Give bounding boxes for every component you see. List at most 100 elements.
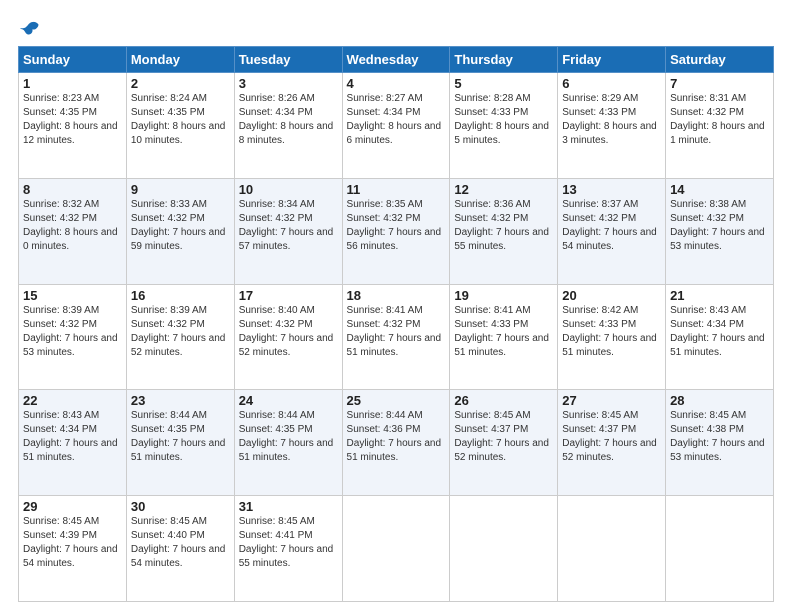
day-number: 20 (562, 288, 661, 303)
day-number: 3 (239, 76, 338, 91)
day-info: Sunrise: 8:44 AMSunset: 4:35 PMDaylight:… (239, 409, 338, 465)
calendar-table: Sunday Monday Tuesday Wednesday Thursday… (18, 46, 774, 602)
day-info: Sunrise: 8:45 AMSunset: 4:41 PMDaylight:… (239, 515, 338, 571)
day-info: Sunrise: 8:43 AMSunset: 4:34 PMDaylight:… (23, 409, 122, 465)
day-info: Sunrise: 8:37 AMSunset: 4:32 PMDaylight:… (562, 198, 661, 254)
col-monday: Monday (126, 47, 234, 73)
day-number: 9 (131, 182, 230, 197)
day-number: 4 (347, 76, 446, 91)
col-friday: Friday (558, 47, 666, 73)
table-row: 23Sunrise: 8:44 AMSunset: 4:35 PMDayligh… (126, 390, 234, 496)
day-info: Sunrise: 8:35 AMSunset: 4:32 PMDaylight:… (347, 198, 446, 254)
day-number: 26 (454, 393, 553, 408)
table-row: 22Sunrise: 8:43 AMSunset: 4:34 PMDayligh… (19, 390, 127, 496)
table-row: 24Sunrise: 8:44 AMSunset: 4:35 PMDayligh… (234, 390, 342, 496)
day-number: 17 (239, 288, 338, 303)
day-info: Sunrise: 8:44 AMSunset: 4:35 PMDaylight:… (131, 409, 230, 465)
table-row: 10Sunrise: 8:34 AMSunset: 4:32 PMDayligh… (234, 178, 342, 284)
col-tuesday: Tuesday (234, 47, 342, 73)
col-wednesday: Wednesday (342, 47, 450, 73)
day-info: Sunrise: 8:39 AMSunset: 4:32 PMDaylight:… (23, 304, 122, 360)
col-saturday: Saturday (666, 47, 774, 73)
calendar-week-0: 1Sunrise: 8:23 AMSunset: 4:35 PMDaylight… (19, 73, 774, 179)
logo-area (18, 18, 42, 38)
logo-bird-icon (20, 18, 40, 38)
day-info: Sunrise: 8:41 AMSunset: 4:33 PMDaylight:… (454, 304, 553, 360)
page: Sunday Monday Tuesday Wednesday Thursday… (0, 0, 792, 612)
table-row: 27Sunrise: 8:45 AMSunset: 4:37 PMDayligh… (558, 390, 666, 496)
day-info: Sunrise: 8:27 AMSunset: 4:34 PMDaylight:… (347, 92, 446, 148)
day-info: Sunrise: 8:29 AMSunset: 4:33 PMDaylight:… (562, 92, 661, 148)
table-row: 12Sunrise: 8:36 AMSunset: 4:32 PMDayligh… (450, 178, 558, 284)
day-number: 30 (131, 499, 230, 514)
day-info: Sunrise: 8:31 AMSunset: 4:32 PMDaylight:… (670, 92, 769, 148)
table-row: 20Sunrise: 8:42 AMSunset: 4:33 PMDayligh… (558, 284, 666, 390)
day-info: Sunrise: 8:23 AMSunset: 4:35 PMDaylight:… (23, 92, 122, 148)
day-info: Sunrise: 8:43 AMSunset: 4:34 PMDaylight:… (670, 304, 769, 360)
day-number: 22 (23, 393, 122, 408)
table-row: 26Sunrise: 8:45 AMSunset: 4:37 PMDayligh… (450, 390, 558, 496)
table-row: 7Sunrise: 8:31 AMSunset: 4:32 PMDaylight… (666, 73, 774, 179)
calendar-week-2: 15Sunrise: 8:39 AMSunset: 4:32 PMDayligh… (19, 284, 774, 390)
table-row (342, 496, 450, 602)
table-row: 29Sunrise: 8:45 AMSunset: 4:39 PMDayligh… (19, 496, 127, 602)
col-thursday: Thursday (450, 47, 558, 73)
day-number: 23 (131, 393, 230, 408)
table-row: 4Sunrise: 8:27 AMSunset: 4:34 PMDaylight… (342, 73, 450, 179)
table-row: 15Sunrise: 8:39 AMSunset: 4:32 PMDayligh… (19, 284, 127, 390)
day-info: Sunrise: 8:38 AMSunset: 4:32 PMDaylight:… (670, 198, 769, 254)
day-info: Sunrise: 8:36 AMSunset: 4:32 PMDaylight:… (454, 198, 553, 254)
day-number: 8 (23, 182, 122, 197)
table-row: 3Sunrise: 8:26 AMSunset: 4:34 PMDaylight… (234, 73, 342, 179)
table-row: 5Sunrise: 8:28 AMSunset: 4:33 PMDaylight… (450, 73, 558, 179)
table-row: 28Sunrise: 8:45 AMSunset: 4:38 PMDayligh… (666, 390, 774, 496)
day-info: Sunrise: 8:40 AMSunset: 4:32 PMDaylight:… (239, 304, 338, 360)
table-row: 1Sunrise: 8:23 AMSunset: 4:35 PMDaylight… (19, 73, 127, 179)
header (18, 18, 774, 38)
table-row: 6Sunrise: 8:29 AMSunset: 4:33 PMDaylight… (558, 73, 666, 179)
header-row: Sunday Monday Tuesday Wednesday Thursday… (19, 47, 774, 73)
day-number: 16 (131, 288, 230, 303)
day-info: Sunrise: 8:44 AMSunset: 4:36 PMDaylight:… (347, 409, 446, 465)
table-row: 16Sunrise: 8:39 AMSunset: 4:32 PMDayligh… (126, 284, 234, 390)
table-row: 30Sunrise: 8:45 AMSunset: 4:40 PMDayligh… (126, 496, 234, 602)
day-info: Sunrise: 8:34 AMSunset: 4:32 PMDaylight:… (239, 198, 338, 254)
day-number: 18 (347, 288, 446, 303)
table-row: 17Sunrise: 8:40 AMSunset: 4:32 PMDayligh… (234, 284, 342, 390)
logo (18, 18, 42, 38)
day-info: Sunrise: 8:45 AMSunset: 4:39 PMDaylight:… (23, 515, 122, 571)
day-info: Sunrise: 8:41 AMSunset: 4:32 PMDaylight:… (347, 304, 446, 360)
day-number: 21 (670, 288, 769, 303)
day-number: 11 (347, 182, 446, 197)
day-number: 28 (670, 393, 769, 408)
col-sunday: Sunday (19, 47, 127, 73)
day-number: 31 (239, 499, 338, 514)
day-number: 12 (454, 182, 553, 197)
day-number: 13 (562, 182, 661, 197)
table-row (666, 496, 774, 602)
day-number: 14 (670, 182, 769, 197)
day-number: 5 (454, 76, 553, 91)
day-info: Sunrise: 8:24 AMSunset: 4:35 PMDaylight:… (131, 92, 230, 148)
table-row: 31Sunrise: 8:45 AMSunset: 4:41 PMDayligh… (234, 496, 342, 602)
day-info: Sunrise: 8:45 AMSunset: 4:37 PMDaylight:… (562, 409, 661, 465)
day-number: 29 (23, 499, 122, 514)
day-info: Sunrise: 8:32 AMSunset: 4:32 PMDaylight:… (23, 198, 122, 254)
table-row: 9Sunrise: 8:33 AMSunset: 4:32 PMDaylight… (126, 178, 234, 284)
day-info: Sunrise: 8:45 AMSunset: 4:40 PMDaylight:… (131, 515, 230, 571)
calendar-week-3: 22Sunrise: 8:43 AMSunset: 4:34 PMDayligh… (19, 390, 774, 496)
table-row: 19Sunrise: 8:41 AMSunset: 4:33 PMDayligh… (450, 284, 558, 390)
calendar-week-4: 29Sunrise: 8:45 AMSunset: 4:39 PMDayligh… (19, 496, 774, 602)
day-number: 15 (23, 288, 122, 303)
table-row: 25Sunrise: 8:44 AMSunset: 4:36 PMDayligh… (342, 390, 450, 496)
table-row: 13Sunrise: 8:37 AMSunset: 4:32 PMDayligh… (558, 178, 666, 284)
day-number: 25 (347, 393, 446, 408)
day-info: Sunrise: 8:39 AMSunset: 4:32 PMDaylight:… (131, 304, 230, 360)
day-number: 6 (562, 76, 661, 91)
table-row: 2Sunrise: 8:24 AMSunset: 4:35 PMDaylight… (126, 73, 234, 179)
day-info: Sunrise: 8:45 AMSunset: 4:37 PMDaylight:… (454, 409, 553, 465)
table-row: 14Sunrise: 8:38 AMSunset: 4:32 PMDayligh… (666, 178, 774, 284)
day-info: Sunrise: 8:33 AMSunset: 4:32 PMDaylight:… (131, 198, 230, 254)
table-row: 18Sunrise: 8:41 AMSunset: 4:32 PMDayligh… (342, 284, 450, 390)
day-number: 7 (670, 76, 769, 91)
